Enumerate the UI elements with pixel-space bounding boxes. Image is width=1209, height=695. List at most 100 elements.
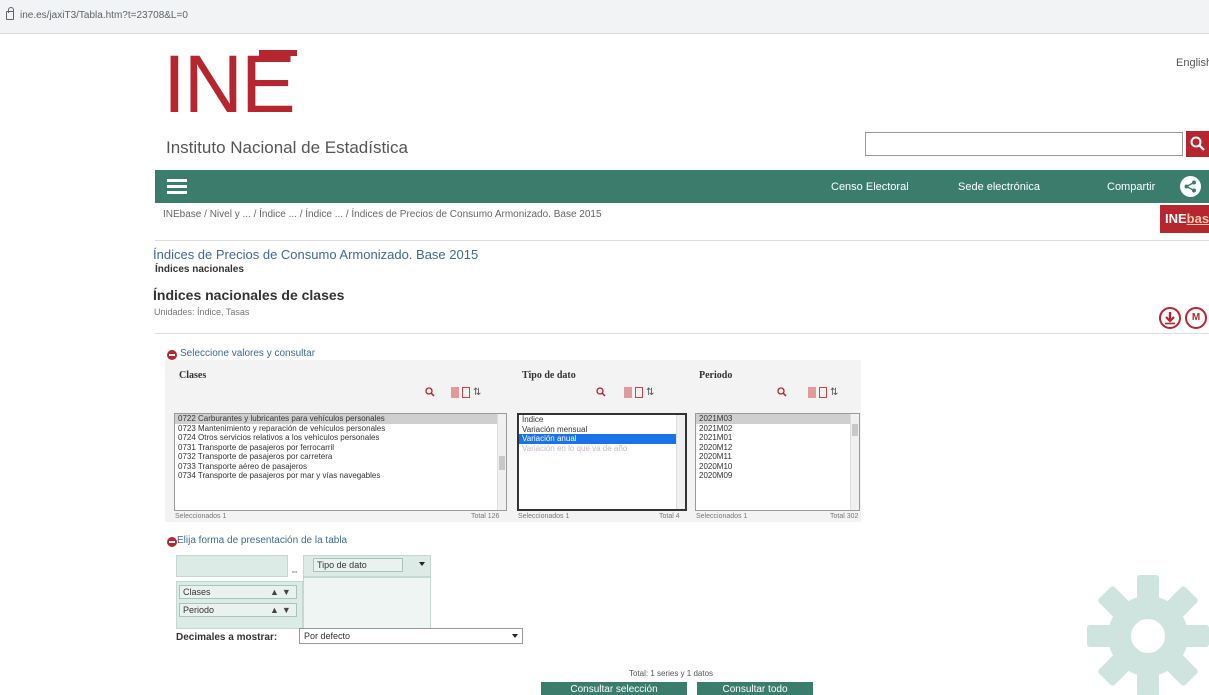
- variable-header-clases: Clases: [179, 370, 207, 381]
- list-option[interactable]: 2020M11: [696, 452, 859, 462]
- variable-tools: ⇅: [451, 387, 486, 399]
- nav-compartir[interactable]: Compartir: [1107, 181, 1155, 193]
- list-option[interactable]: Variación en lo que va de año: [519, 444, 685, 454]
- list-option[interactable]: 2020M09: [696, 471, 859, 481]
- footer-total: Total 126: [471, 513, 500, 520]
- address-url[interactable]: ine.es/jaxiT3/Tabla.htm?t=23708&L=0: [20, 10, 188, 21]
- consult-all-button[interactable]: Consultar todo: [697, 682, 813, 695]
- list-option[interactable]: Variación mensual: [519, 425, 685, 435]
- list-option[interactable]: Índice: [519, 415, 685, 425]
- list-option[interactable]: 2020M10: [696, 462, 859, 472]
- search-icon[interactable]: [596, 387, 606, 397]
- list-option[interactable]: 0732 Transporte de pasajeros por carrete…: [175, 452, 506, 462]
- list-option[interactable]: 0724 Otros servicios relativos a los veh…: [175, 433, 506, 443]
- list-option[interactable]: 2021M03: [696, 414, 859, 424]
- page-title: Índices de Precios de Consumo Armonizado…: [153, 247, 479, 262]
- search-icon[interactable]: [777, 387, 787, 397]
- breadcrumb[interactable]: INEbase / Nivel y ... / Índice ... / Índ…: [163, 209, 602, 220]
- decimals-value: Por defecto: [304, 631, 351, 641]
- pivot-item-label: Tipo de dato: [317, 560, 367, 570]
- share-icon[interactable]: [1180, 176, 1201, 197]
- gear-icon[interactable]: [1087, 575, 1209, 695]
- pivot-item-label: Clases: [183, 587, 211, 597]
- total-series: Total: 1 series y 1 datos: [629, 669, 714, 678]
- variable-header-tipo-de-dato: Tipo de dato: [522, 370, 576, 381]
- variable-header-periodo: Periodo: [699, 370, 733, 381]
- list-option[interactable]: 2021M02: [696, 424, 859, 434]
- main-navbar: Censo Electoral Sede electrónica Compart…: [155, 170, 1209, 203]
- collapse-selection-icon[interactable]: [167, 350, 177, 360]
- variable-tools: ⇅: [624, 387, 659, 399]
- sort-icon[interactable]: ⇅: [646, 387, 656, 398]
- nav-censo-electoral[interactable]: Censo Electoral: [831, 181, 909, 193]
- select-all-icon[interactable]: [808, 387, 816, 398]
- institute-name: Instituto Nacional de Estadística: [166, 138, 408, 157]
- pivot-layout: ⇔ Tipo de dato Clases ▲▼ Periodo ▲▼: [176, 555, 431, 629]
- list-option[interactable]: 0722 Carburantes y lubricantes para vehí…: [175, 414, 506, 424]
- selection-panel-title[interactable]: Seleccione valores y consultar: [180, 348, 315, 359]
- footer-total: Total 302: [830, 513, 859, 520]
- lock-icon: [6, 7, 14, 20]
- variable-tools: ⇅: [808, 387, 843, 399]
- search-icon[interactable]: [425, 387, 435, 397]
- metadata-icon[interactable]: M: [1185, 307, 1207, 329]
- pivot-item-label: Periodo: [183, 605, 215, 615]
- footer-selected: Seleccionados 1: [518, 513, 570, 520]
- listbox-periodo[interactable]: 2021M03 2021M02 2021M01 2020M12 2020M11 …: [695, 413, 860, 511]
- divider: [155, 240, 1209, 241]
- scrollbar[interactable]: [676, 415, 685, 509]
- layout-panel-title[interactable]: Elija forma de presentación de la tabla: [177, 535, 347, 546]
- browser-address-bar[interactable]: ine.es/jaxiT3/Tabla.htm?t=23708&L=0: [0, 0, 1209, 34]
- swap-icon[interactable]: ⇔: [290, 566, 299, 576]
- list-option[interactable]: 2020M12: [696, 443, 859, 453]
- decimals-select[interactable]: Por defecto: [299, 628, 523, 644]
- footer-selected: Seleccionados 1: [175, 513, 227, 520]
- inebase-base: base: [1186, 211, 1209, 226]
- language-link[interactable]: English: [1176, 57, 1209, 69]
- search-icon: [1190, 136, 1205, 151]
- sort-icon[interactable]: ⇅: [473, 387, 483, 398]
- logo-text: INE: [163, 39, 296, 130]
- footer-total: Total 4: [659, 513, 680, 520]
- listbox-clases[interactable]: 0722 Carburantes y lubricantes para vehí…: [174, 413, 507, 511]
- inebase-logo[interactable]: INEbase: [1160, 205, 1209, 233]
- pivot-corner: [176, 555, 288, 577]
- chevron-down-icon: [512, 634, 518, 638]
- chevron-down-icon[interactable]: [419, 562, 425, 566]
- inebase-ine: INE: [1165, 211, 1187, 226]
- logo-macron: [259, 50, 297, 56]
- ine-logo[interactable]: INE: [163, 44, 333, 132]
- selection-panel: Clases ⇅ 0722 Carburantes y lubricantes …: [165, 360, 861, 522]
- scrollbar[interactable]: [850, 414, 859, 510]
- deselect-all-icon[interactable]: [462, 387, 470, 398]
- deselect-all-icon[interactable]: [819, 387, 827, 398]
- pivot-column-item[interactable]: Tipo de dato: [313, 558, 403, 572]
- listbox-tipo-de-dato[interactable]: Índice Variación mensual Variación anual…: [517, 413, 687, 511]
- scrollbar[interactable]: [497, 414, 506, 510]
- select-all-icon[interactable]: [624, 387, 632, 398]
- pivot-row-item-clases[interactable]: Clases ▲▼: [179, 585, 297, 599]
- list-option[interactable]: Variación anual: [519, 434, 685, 444]
- divider: [155, 333, 1209, 334]
- search-input[interactable]: [865, 132, 1183, 156]
- deselect-all-icon[interactable]: [635, 387, 643, 398]
- footer-selected: Seleccionados 1: [696, 513, 748, 520]
- decimals-label: Decimales a mostrar:: [176, 632, 278, 643]
- pivot-data-zone: [303, 577, 431, 629]
- nav-sede-electronica[interactable]: Sede electrónica: [958, 181, 1040, 193]
- collapse-layout-icon[interactable]: [167, 537, 177, 547]
- sort-icon[interactable]: ⇅: [830, 387, 840, 398]
- consult-selection-button[interactable]: Consultar selección: [541, 682, 687, 695]
- select-all-icon[interactable]: [451, 387, 459, 398]
- pivot-row-item-periodo[interactable]: Periodo ▲▼: [179, 603, 297, 617]
- list-option[interactable]: 0723 Mantenimiento y reparación de vehíc…: [175, 424, 506, 434]
- list-option[interactable]: 0733 Transporte aéreo de pasajeros: [175, 462, 506, 472]
- list-option[interactable]: 2021M01: [696, 433, 859, 443]
- search-button[interactable]: [1186, 131, 1209, 157]
- list-option[interactable]: 0731 Transporte de pasajeros por ferroca…: [175, 443, 506, 453]
- download-icon[interactable]: [1159, 307, 1181, 329]
- list-option[interactable]: 0734 Transporte de pasajeros por mar y v…: [175, 471, 506, 481]
- menu-hamburger-icon[interactable]: [167, 179, 187, 194]
- units-label: Unidades: Índice, Tasas: [154, 307, 250, 317]
- page-subtitle: Índices nacionales: [155, 264, 244, 275]
